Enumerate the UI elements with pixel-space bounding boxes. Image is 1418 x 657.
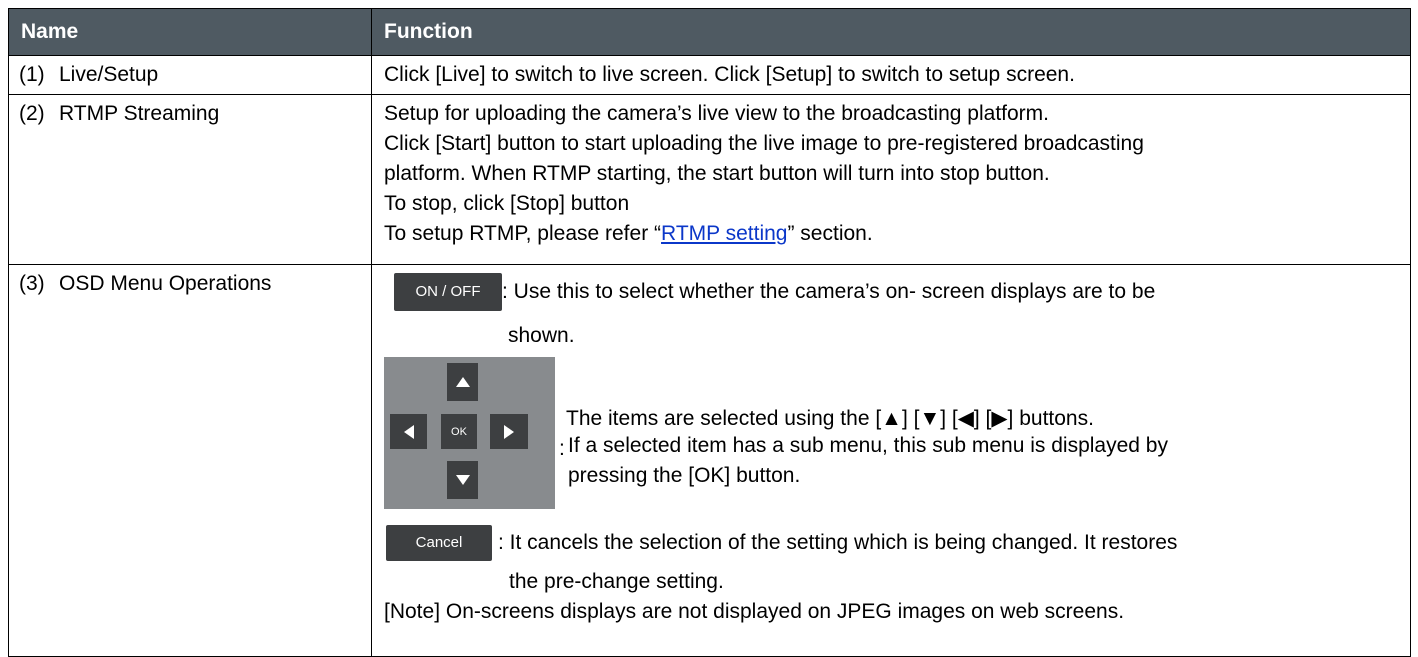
- row-function-cell: Click [Live] to switch to live screen. C…: [371, 55, 1411, 95]
- osd-note: [Note] On-screens displays are not displ…: [384, 600, 1125, 623]
- reference-prefix: To setup RTMP, please refer “: [384, 222, 662, 245]
- osd-cancel-button[interactable]: Cancel: [386, 525, 492, 561]
- cancel-description: : It cancels the selection of the settin…: [498, 531, 1178, 554]
- function-reference: To setup RTMP, please refer “RTMP settin…: [384, 219, 1398, 249]
- right-button[interactable]: [490, 414, 528, 449]
- arrow-up-icon: [455, 377, 470, 387]
- onoff-description: : Use this to select whether the camera’…: [502, 280, 1156, 303]
- dpad-item: OK The items are selected using the [▲] …: [372, 357, 1410, 517]
- function-table: Name Function (1) Live/Setup Click [Live]…: [8, 8, 1411, 657]
- column-header-name: Name: [8, 8, 372, 56]
- row-name-cell: (3) OSD Menu Operations: [8, 264, 372, 657]
- row-function-cell: Setup for uploading the camera’s live vi…: [371, 94, 1411, 265]
- onoff-item: ON / OFF: Use this to select whether the…: [372, 273, 1410, 317]
- rtmp-setting-link[interactable]: RTMP setting: [661, 222, 787, 245]
- dpad-description-line2: If a selected item has a sub menu, this …: [568, 434, 1168, 457]
- function-text: Click [Start] button to start uploading …: [384, 132, 1144, 155]
- row-name: OSD Menu Operations: [59, 272, 272, 295]
- reference-suffix: ” section.: [787, 222, 873, 245]
- table-row: (1) Live/Setup Click [Live] to switch to …: [8, 55, 1411, 95]
- arrow-right-icon: [504, 424, 514, 439]
- down-button[interactable]: [447, 461, 478, 499]
- function-text: To stop, click [Stop] button: [384, 192, 630, 215]
- function-text: platform. When RTMP starting, the start …: [384, 162, 1050, 185]
- cancel-item: Cancel : It cancels the selection of the …: [372, 525, 1410, 567]
- function-text: Setup for uploading the camera’s live vi…: [384, 102, 1049, 125]
- arrow-left-icon: [403, 424, 414, 439]
- arrow-down-icon: [455, 475, 470, 485]
- dpad-colon: :: [559, 437, 565, 460]
- column-header-function: Function: [371, 8, 1411, 56]
- row-name-cell: (2) RTMP Streaming: [8, 94, 372, 265]
- up-button[interactable]: [447, 363, 478, 401]
- row-name-cell: (1) Live/Setup: [8, 55, 372, 95]
- left-button[interactable]: [390, 414, 427, 449]
- table-row: (2) RTMP Streaming Setup for uploading th…: [8, 94, 1411, 265]
- onoff-description-cont: shown.: [508, 324, 575, 347]
- row-number: (2): [19, 102, 45, 125]
- cancel-description-cont: the pre-change setting.: [509, 570, 724, 593]
- row-number: (3): [19, 272, 45, 295]
- row-name: RTMP Streaming: [59, 102, 220, 125]
- table-row: (3) OSD Menu Operations ON / OFF: Use thi…: [8, 264, 1411, 657]
- row-function-cell: ON / OFF: Use this to select whether the…: [371, 264, 1411, 657]
- table-header-row: Name Function: [8, 8, 1411, 56]
- dpad-description-line3: pressing the [OK] button.: [568, 464, 801, 487]
- row-name: Live/Setup: [59, 63, 159, 86]
- osd-direction-pad: OK: [384, 357, 555, 509]
- row-number: (1): [19, 63, 45, 86]
- osd-on-off-button[interactable]: ON / OFF: [394, 273, 502, 311]
- dpad-description-line1: The items are selected using the [▲] [▼]…: [566, 407, 1094, 430]
- function-text: Click [Live] to switch to live screen. C…: [384, 63, 1075, 86]
- ok-button[interactable]: OK: [441, 414, 477, 449]
